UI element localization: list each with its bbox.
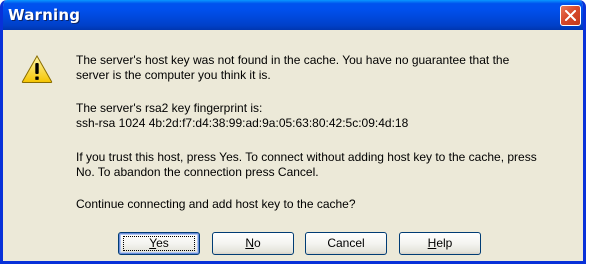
confirm-question: Continue connecting and add host key to … bbox=[76, 197, 356, 211]
close-icon bbox=[565, 10, 576, 21]
no-button[interactable]: No bbox=[212, 232, 294, 255]
cancel-button[interactable]: Cancel bbox=[305, 232, 387, 255]
title-bar[interactable]: Warning bbox=[3, 0, 583, 30]
message-line-6: No. To abandon the connection press Canc… bbox=[76, 165, 319, 179]
dialog-body: The server's host key was not found in t… bbox=[3, 30, 583, 261]
focus-rectangle bbox=[123, 236, 195, 251]
fingerprint-label: The server's rsa2 key fingerprint is: bbox=[76, 101, 263, 115]
warning-dialog: Warning The server's host key was not fo… bbox=[0, 0, 586, 264]
message-line-2: server is the computer you think it is. bbox=[76, 68, 271, 82]
help-button[interactable]: Help bbox=[399, 232, 481, 255]
message-line-1: The server's host key was not found in t… bbox=[76, 53, 510, 67]
dialog-title: Warning bbox=[8, 6, 81, 24]
fingerprint-value: ssh-rsa 1024 4b:2d:f7:d4:38:99:ad:9a:05:… bbox=[76, 116, 409, 130]
warning-icon bbox=[21, 54, 53, 83]
message-line-5: If you trust this host, press Yes. To co… bbox=[76, 150, 537, 164]
close-button[interactable] bbox=[560, 5, 581, 26]
yes-button[interactable]: Yes bbox=[118, 232, 200, 255]
